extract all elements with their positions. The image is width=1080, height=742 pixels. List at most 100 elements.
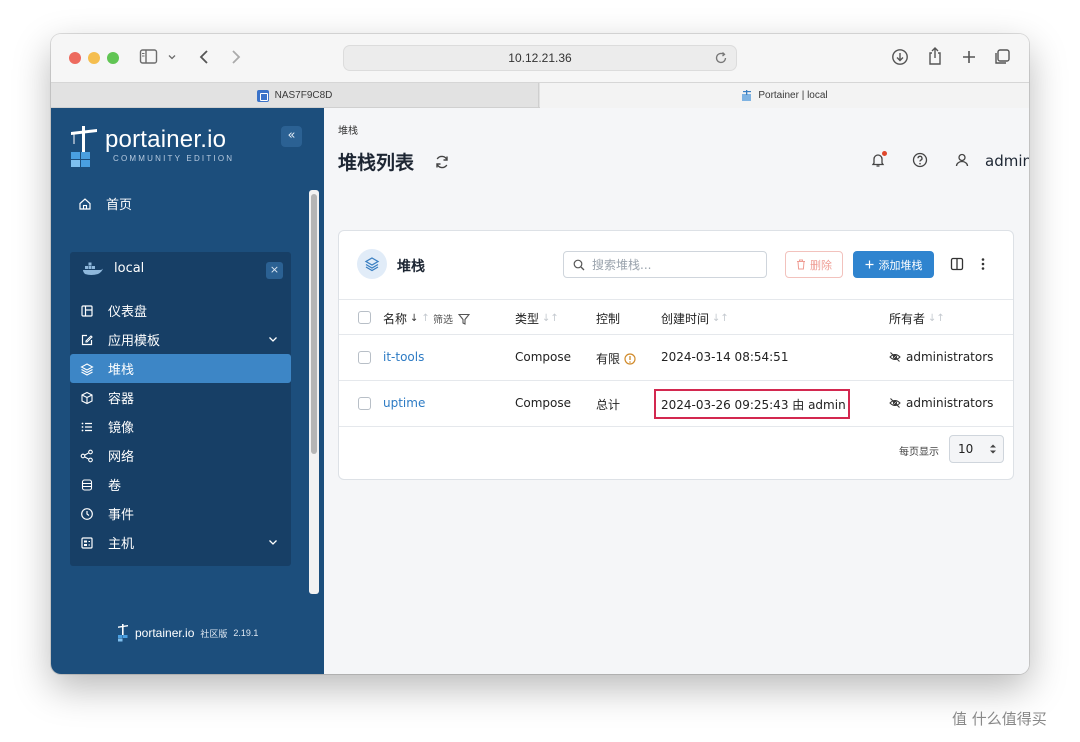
- stack-owner: administrators: [889, 396, 993, 410]
- refresh-icon[interactable]: [434, 154, 450, 170]
- portainer-logo-icon: [117, 624, 129, 642]
- select-all-checkbox[interactable]: [358, 311, 371, 324]
- stack-name-link[interactable]: uptime: [383, 396, 425, 410]
- tab-label: Portainer | local: [758, 90, 828, 101]
- page-size-value: 10: [958, 442, 974, 456]
- filter-label: 筛选: [433, 315, 453, 326]
- dashboard-icon: [80, 304, 94, 318]
- delete-button[interactable]: 删除: [785, 251, 843, 278]
- chevron-down-icon: [267, 536, 279, 548]
- download-icon[interactable]: [891, 48, 909, 66]
- sort-icon: ↓↑: [712, 313, 729, 324]
- user-icon[interactable]: [954, 152, 970, 168]
- minimize-window-button[interactable]: [88, 52, 100, 64]
- share-nodes-icon: [80, 449, 94, 463]
- add-stack-button[interactable]: 添加堆栈: [853, 251, 934, 278]
- search-box[interactable]: [563, 251, 767, 278]
- stack-type: Compose: [515, 396, 572, 410]
- notification-bell-icon[interactable]: [870, 151, 887, 168]
- sort-icon: ↓↑: [928, 313, 945, 324]
- sidebar-item-images[interactable]: 镜像: [70, 412, 291, 441]
- panel-title: 堆栈: [397, 259, 425, 275]
- collapse-sidebar-button[interactable]: «: [281, 126, 302, 147]
- sidebar-item-app-templates[interactable]: 应用模板: [70, 325, 291, 354]
- nas-app-icon: [256, 89, 269, 102]
- notification-dot: [882, 151, 887, 156]
- browser-tab-nas[interactable]: NAS7F9C8D: [51, 83, 539, 108]
- sidebar-item-volumes[interactable]: 卷: [70, 470, 291, 499]
- box-icon: [80, 391, 94, 405]
- reload-icon[interactable]: [714, 51, 728, 65]
- watermark-text: 值 什么值得买: [952, 710, 1047, 728]
- sidebar-scrollbar[interactable]: [309, 190, 319, 594]
- columns-icon[interactable]: [950, 257, 964, 271]
- filter-button[interactable]: 筛选: [433, 311, 470, 326]
- sidebar-toggle-icon[interactable]: [139, 48, 159, 66]
- back-icon[interactable]: [197, 48, 211, 66]
- logo-text: portainer.io: [105, 126, 227, 153]
- sidebar-item-networks[interactable]: 网络: [70, 441, 291, 470]
- column-header-type[interactable]: 类型 ↓↑: [515, 310, 559, 327]
- sidebar: portainer.io COMMUNITY EDITION « 首页 loca…: [51, 108, 324, 674]
- address-bar[interactable]: 10.12.21.36: [343, 45, 737, 71]
- sidebar-item-dashboard[interactable]: 仪表盘: [70, 296, 291, 325]
- sidebar-item-label: 镜像: [108, 421, 135, 436]
- sidebar-scrollbar-thumb[interactable]: [311, 194, 317, 454]
- zoom-window-button[interactable]: [107, 52, 119, 64]
- search-icon: [573, 259, 585, 271]
- sidebar-item-label: 仪表盘: [108, 305, 148, 320]
- eye-off-icon: [889, 351, 901, 363]
- browser-window: 10.12.21.36 NAS7F9C8D Portainer | local …: [51, 34, 1029, 674]
- warning-icon[interactable]: [624, 353, 636, 365]
- highlight-annotation-box: [654, 389, 850, 419]
- browser-toolbar: 10.12.21.36: [51, 34, 1029, 82]
- sort-icon: ↓: [410, 313, 419, 324]
- stacks-panel: 堆栈 删除 添加堆栈: [338, 230, 1014, 480]
- page-size-select[interactable]: 10: [949, 435, 1004, 463]
- column-header-owner[interactable]: 所有者 ↓↑: [889, 310, 945, 327]
- add-stack-label: 添加堆栈: [878, 258, 923, 272]
- help-icon[interactable]: [912, 152, 928, 168]
- column-header-name[interactable]: 名称 ↓ ↑: [383, 310, 430, 327]
- sidebar-item-label: 事件: [108, 508, 135, 523]
- column-label: 创建时间: [661, 312, 710, 326]
- stack-created: 2024-03-14 08:54:51: [661, 350, 789, 364]
- close-window-button[interactable]: [69, 52, 81, 64]
- table-row: it-tools Compose 有限 2024-03-14 08:54:51 …: [339, 335, 1013, 381]
- page-title: 堆栈列表: [338, 152, 415, 174]
- clock-icon: [80, 507, 94, 521]
- sidebar-item-home[interactable]: 首页: [78, 194, 132, 213]
- chevron-down-icon[interactable]: [167, 52, 177, 62]
- portainer-favicon: [741, 89, 752, 102]
- browser-tab-portainer[interactable]: Portainer | local: [540, 83, 1029, 108]
- sidebar-item-events[interactable]: 事件: [70, 499, 291, 528]
- tab-overview-icon[interactable]: [993, 48, 1011, 66]
- portainer-logo[interactable]: portainer.io COMMUNITY EDITION: [69, 126, 269, 170]
- delete-label: 删除: [810, 258, 832, 272]
- tab-label: NAS7F9C8D: [274, 90, 333, 101]
- filter-icon: [458, 313, 470, 325]
- sidebar-item-containers[interactable]: 容器: [70, 383, 291, 412]
- sidebar-item-stacks[interactable]: 堆栈: [70, 354, 291, 383]
- row-checkbox[interactable]: [358, 397, 371, 410]
- docker-icon: [82, 262, 104, 276]
- search-input[interactable]: [592, 256, 762, 274]
- breadcrumb[interactable]: 堆栈: [338, 122, 358, 137]
- stack-name-link[interactable]: it-tools: [383, 350, 424, 364]
- column-label: 控制: [596, 312, 621, 326]
- column-label: 类型: [515, 312, 540, 326]
- new-tab-icon[interactable]: [961, 48, 977, 66]
- url-text: 10.12.21.36: [508, 51, 572, 65]
- chevron-down-icon: [267, 333, 279, 345]
- user-menu-name[interactable]: admin: [985, 152, 1029, 170]
- share-icon[interactable]: [927, 46, 943, 66]
- sort-icon: ↓↑: [542, 313, 559, 324]
- sidebar-item-host[interactable]: 主机: [70, 528, 291, 557]
- more-options-icon[interactable]: [980, 257, 986, 271]
- close-environment-button[interactable]: ×: [266, 262, 283, 279]
- row-checkbox[interactable]: [358, 351, 371, 364]
- column-header-created[interactable]: 创建时间 ↓↑: [661, 310, 729, 327]
- forward-icon[interactable]: [229, 48, 243, 66]
- stack-control: 总计: [596, 398, 621, 412]
- sidebar-item-label: 堆栈: [108, 363, 135, 378]
